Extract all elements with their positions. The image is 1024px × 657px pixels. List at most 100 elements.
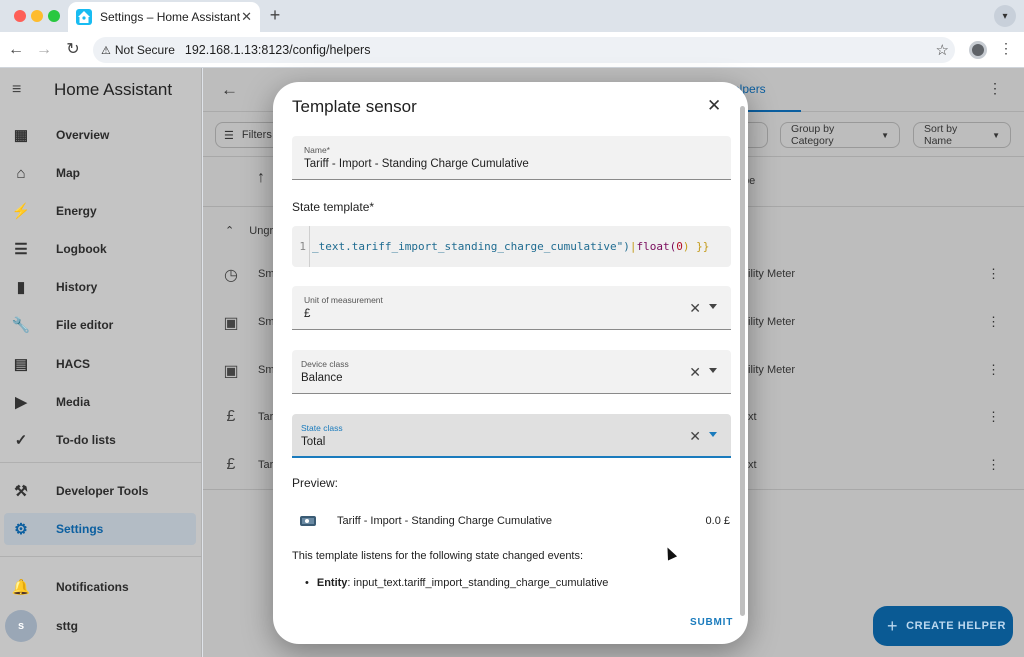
filters-button[interactable]: ☰ Filters [215, 122, 281, 148]
state-template-label: State template* [292, 200, 375, 214]
preview-entity-row: Tariff - Import - Standing Charge Cumula… [292, 507, 731, 535]
entity-value: : input_text.tariff_import_standing_char… [347, 577, 609, 589]
row-type: ility Meter [748, 268, 796, 280]
page-menu-kebab-icon[interactable]: ⋮ [988, 80, 1002, 97]
preview-entity-name: Tariff - Import - Standing Charge Cumula… [337, 515, 552, 527]
cash-icon [300, 516, 316, 526]
browser-tab-bar: Settings – Home Assistant ✕ + ▾ [0, 0, 1024, 32]
counter-icon: ▣ [223, 363, 239, 380]
row-menu-kebab-icon[interactable]: ⋮ [987, 314, 1000, 330]
close-window-button[interactable] [14, 10, 26, 22]
code-number: 0 [676, 240, 683, 253]
submit-button[interactable]: SUBMIT [690, 617, 733, 628]
clear-icon[interactable]: ✕ [689, 364, 701, 381]
row-menu-kebab-icon[interactable]: ⋮ [987, 457, 1000, 473]
sidebar-item-label: Notifications [56, 580, 129, 594]
clear-icon[interactable]: ✕ [689, 300, 701, 317]
sidebar-title: Home Assistant [54, 80, 173, 99]
sidebar-item-overview[interactable]: ▦ Overview [4, 119, 196, 151]
tab-close-icon[interactable]: ✕ [241, 9, 252, 25]
back-arrow-icon[interactable]: ← [221, 80, 238, 100]
wrench-icon: 🔧 [11, 317, 31, 334]
list-icon: ☰ [14, 241, 28, 258]
name-field[interactable]: Name* Tariff - Import - Standing Charge … [292, 136, 731, 180]
sidebar-item-developer-tools[interactable]: ⚒ Developer Tools [4, 475, 196, 507]
close-icon[interactable]: ✕ [707, 96, 721, 116]
url-text[interactable]: 192.168.1.13:8123/config/helpers [185, 43, 371, 57]
dropdown-arrow-icon[interactable] [709, 368, 717, 373]
state-class-value: Total [301, 436, 326, 448]
avatar: s [5, 610, 37, 642]
caret-down-icon: ▼ [881, 130, 889, 140]
state-template-editor[interactable]: 1 _text.tariff_import_standing_charge_cu… [292, 226, 731, 267]
hacs-store-icon: ▤ [13, 356, 29, 373]
code-string: _text.tariff_import_standing_charge_cumu… [312, 240, 630, 253]
dropdown-arrow-icon[interactable] [709, 304, 717, 309]
row-name: Tar [258, 459, 274, 471]
sidebar-item-map[interactable]: ⌂ Map [4, 157, 196, 189]
sidebar-item-media[interactable]: ▶ Media [4, 386, 196, 418]
row-menu-kebab-icon[interactable]: ⋮ [987, 362, 1000, 378]
filter-icon: ☰ [224, 129, 234, 142]
maximize-window-button[interactable] [48, 10, 60, 22]
group-by-button[interactable]: Group by Category ▼ [780, 122, 900, 148]
sidebar-item-energy[interactable]: ⚡ Energy [4, 195, 196, 227]
timer-icon: ◷ [224, 267, 238, 284]
sidebar-item-notifications[interactable]: 🔔 Notifications [4, 571, 196, 603]
sidebar-item-label: File editor [56, 318, 114, 332]
filters-label: Filters [241, 129, 272, 141]
sidebar-item-logbook[interactable]: ☰ Logbook [4, 233, 196, 265]
sort-arrow-up-icon[interactable]: ↑ [257, 169, 265, 187]
menu-toggle-icon[interactable]: ≡ [12, 81, 32, 99]
row-menu-kebab-icon[interactable]: ⋮ [987, 266, 1000, 282]
chart-box-icon: ▮ [16, 279, 26, 296]
forward-icon[interactable]: → [33, 39, 55, 61]
minimize-window-button[interactable] [31, 10, 43, 22]
sidebar-item-history[interactable]: ▮ History [4, 271, 196, 303]
reload-icon[interactable]: ↻ [62, 39, 84, 61]
hammer-icon: ⚒ [14, 483, 28, 500]
clear-icon[interactable]: ✕ [689, 428, 701, 445]
back-icon[interactable]: ← [5, 39, 27, 61]
device-class-select[interactable]: Device class Balance ✕ [292, 350, 731, 394]
sidebar-item-label: Media [56, 395, 91, 409]
tab-title: Settings – Home Assistant [100, 10, 241, 24]
home-assistant-favicon-icon [76, 9, 92, 25]
sidebar-item-label: Map [56, 166, 80, 180]
sidebar-item-file-editor[interactable]: 🔧 File editor [4, 309, 196, 341]
dialog-scrollbar[interactable] [740, 106, 745, 616]
sort-by-button[interactable]: Sort by Name ▼ [913, 122, 1011, 148]
device-class-label: Device class [301, 359, 349, 369]
sidebar-item-label: History [56, 280, 98, 294]
sidebar: ≡ Home Assistant ▦ Overview ⌂ Map ⚡ Ener… [0, 68, 202, 657]
create-helper-button[interactable]: + CREATE HELPER [873, 606, 1013, 646]
sidebar-item-user[interactable]: s sttg [4, 610, 196, 642]
sidebar-item-settings[interactable]: ⚙ Settings [4, 513, 196, 545]
group-header[interactable]: ⌃ Ungr [225, 224, 273, 237]
bookmark-star-icon[interactable]: ☆ [936, 41, 949, 59]
sidebar-item-to-do-lists[interactable]: ✓ To-do lists [4, 424, 196, 456]
sidebar-item-label: To-do lists [56, 433, 116, 447]
profile-avatar-icon[interactable] [969, 41, 987, 59]
address-bar[interactable]: ⚠ Not Secure 192.168.1.13:8123/config/he… [93, 37, 955, 63]
state-class-label: State class [301, 423, 343, 433]
sidebar-item-label: HACS [56, 357, 91, 371]
browser-tab[interactable]: Settings – Home Assistant ✕ [68, 2, 260, 32]
browser-menu-kebab-icon[interactable]: ⋮ [999, 40, 1013, 57]
state-class-select[interactable]: State class Total ✕ [292, 414, 731, 458]
code-close: ) }} [682, 240, 710, 253]
device-class-value: Balance [301, 372, 343, 384]
dialog-title: Template sensor [292, 97, 417, 116]
unit-of-measurement-combobox[interactable]: Unit of measurement £ ✕ [292, 286, 731, 330]
security-chip[interactable]: ⚠ Not Secure [101, 43, 175, 57]
dropdown-arrow-icon[interactable] [709, 432, 717, 437]
caret-down-icon: ▼ [992, 130, 1000, 140]
row-menu-kebab-icon[interactable]: ⋮ [987, 409, 1000, 425]
name-field-value: Tariff - Import - Standing Charge Cumula… [304, 158, 529, 170]
sidebar-item-hacs[interactable]: ▤ HACS [4, 348, 196, 380]
map-icon: ⌂ [16, 164, 26, 182]
group-name: Ungr [249, 225, 274, 237]
new-tab-button[interactable]: + [264, 5, 286, 26]
play-box-icon: ▶ [15, 394, 27, 411]
tab-search-button[interactable]: ▾ [994, 5, 1016, 27]
